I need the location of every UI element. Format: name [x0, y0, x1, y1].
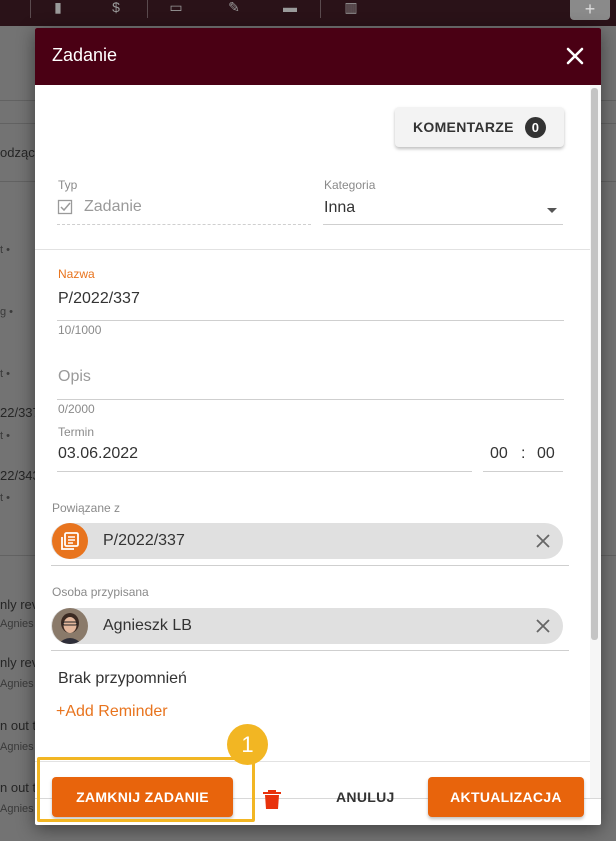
category-underline	[323, 224, 563, 225]
background-list-fragment: 22/337	[0, 405, 40, 420]
toolbar-separator	[30, 0, 31, 18]
description-input[interactable]: Opis	[58, 368, 91, 386]
update-button[interactable]: AKTUALIZACJA	[428, 777, 584, 817]
background-list-fragment: odząc	[0, 145, 35, 160]
description-counter: 0/2000	[58, 402, 95, 416]
background-list-fragment: t •	[0, 492, 10, 504]
type-label: Typ	[58, 178, 78, 192]
background-list-fragment: Agnies	[0, 678, 34, 690]
deadline-minute-input[interactable]: 00	[537, 445, 555, 463]
related-underline	[51, 565, 569, 566]
document-list-icon	[52, 523, 88, 559]
comments-count-badge: 0	[525, 117, 546, 138]
deadline-date-underline	[57, 471, 472, 472]
name-input[interactable]: P/2022/337	[58, 290, 140, 308]
assignee-value: Agnieszk LB	[103, 617, 192, 634]
message-icon[interactable]: ▬	[279, 0, 301, 14]
type-underline	[57, 224, 311, 225]
add-reminder-link[interactable]: +Add Reminder	[56, 703, 168, 721]
step-badge: 1	[227, 724, 268, 765]
deadline-label: Termin	[58, 425, 95, 439]
background-list-fragment: 22/343	[0, 468, 40, 483]
background-list-fragment: t •	[0, 430, 10, 442]
certificate-icon[interactable]: ✎	[223, 0, 245, 14]
name-label: Nazwa	[58, 267, 95, 281]
chart-icon[interactable]: ▥	[340, 0, 362, 14]
description-underline	[57, 399, 564, 400]
add-icon[interactable]: +	[570, 0, 610, 20]
related-chip[interactable]: P/2022/337	[51, 523, 563, 559]
toolbar-separator	[320, 0, 321, 18]
type-value: Zadanie	[84, 198, 142, 215]
name-counter: 10/1000	[58, 323, 102, 337]
background-list-fragment: g •	[0, 306, 14, 318]
document-icon[interactable]: ▮	[47, 0, 69, 14]
assignee-label: Osoba przypisana	[52, 585, 149, 599]
toolbar-separator	[147, 0, 148, 18]
highlight-frame	[37, 757, 255, 822]
time-separator: :	[521, 445, 526, 462]
background-list-fragment: Agnies	[0, 618, 34, 630]
category-select[interactable]: Inna	[324, 199, 355, 217]
remove-assignee-icon[interactable]	[535, 618, 551, 634]
dialog-title: Zadanie	[52, 45, 118, 65]
chevron-down-icon[interactable]	[547, 208, 557, 213]
delete-icon[interactable]	[262, 788, 282, 810]
background-list-fragment: n out t	[0, 718, 37, 733]
background-list-fragment: t •	[0, 244, 10, 256]
related-value: P/2022/337	[103, 532, 185, 549]
name-underline	[57, 320, 564, 321]
related-label: Powiązane z	[52, 501, 121, 515]
app-toolbar: ▮ $ ▭ ✎ ▬ ▥ +	[0, 0, 616, 26]
assignee-underline	[51, 650, 569, 651]
assignee-chip[interactable]: Agnieszk LB	[51, 608, 563, 644]
calendar-icon[interactable]: ▭	[165, 0, 187, 14]
deadline-time-underline	[483, 471, 563, 472]
deadline-hour-input[interactable]: 00	[490, 445, 508, 463]
reminders-status: Brak przypomnień	[58, 670, 187, 687]
background-list-fragment: nly rev	[0, 655, 39, 670]
remove-related-icon[interactable]	[535, 533, 551, 549]
dialog-header: Zadanie	[35, 28, 601, 85]
comments-label: KOMENTARZE	[413, 119, 514, 135]
background-list-fragment: n out t	[0, 780, 37, 795]
category-label: Kategoria	[324, 178, 376, 192]
cancel-button[interactable]: ANULUJ	[336, 789, 395, 805]
section-divider	[35, 249, 590, 250]
task-dialog: Zadanie KOMENTARZE 0 Typ Zadanie Kategor…	[35, 28, 601, 825]
background-list-fragment: Agnies	[0, 741, 34, 753]
scrollbar-thumb[interactable]	[591, 88, 598, 640]
close-icon[interactable]	[563, 44, 587, 68]
comments-button[interactable]: KOMENTARZE 0	[395, 107, 564, 147]
money-icon[interactable]: $	[105, 0, 127, 14]
background-list-fragment: Agnies	[0, 803, 34, 815]
deadline-date-input[interactable]: 03.06.2022	[58, 445, 138, 463]
avatar	[52, 608, 88, 644]
background-list-fragment: t •	[0, 368, 10, 380]
checkbox-icon	[57, 199, 73, 215]
background-list-fragment: nly rev	[0, 597, 39, 612]
